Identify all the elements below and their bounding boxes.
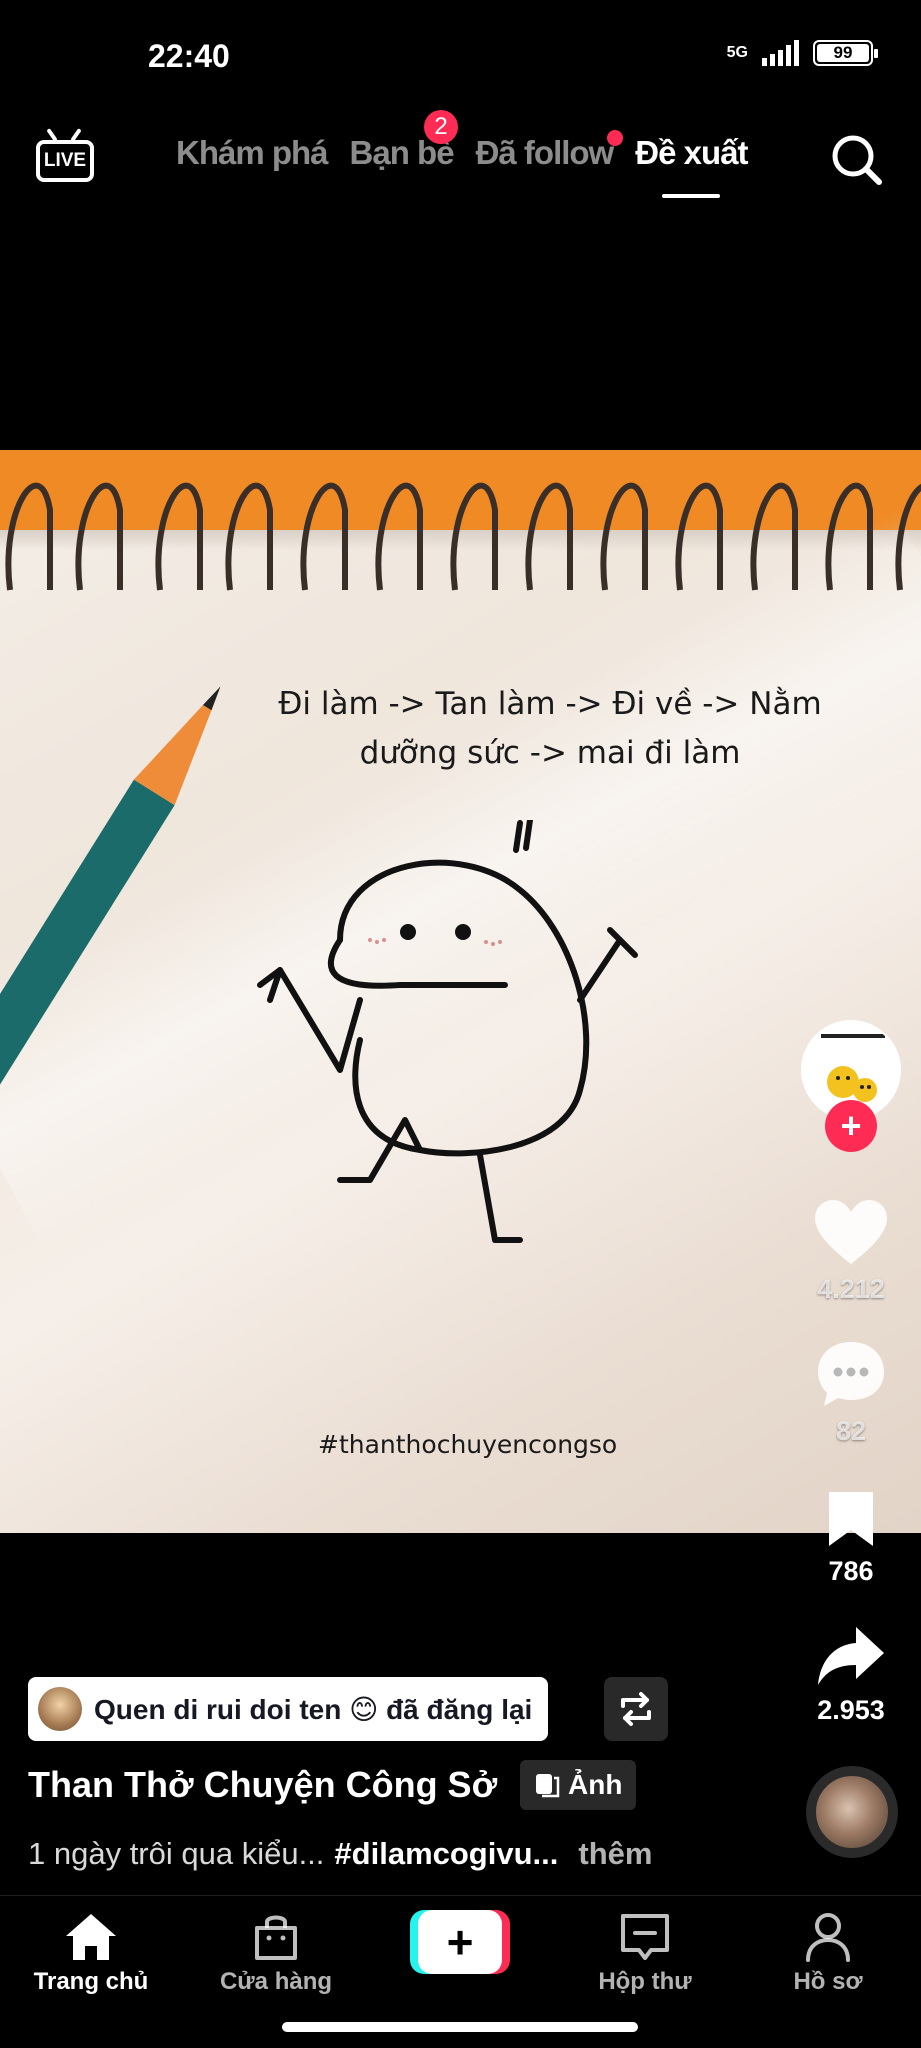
tab-inbox-label: Hộp thư [598,1968,692,1995]
share-icon [818,1627,884,1685]
tab-shop-label: Cửa hàng [219,1968,333,1995]
status-time: 22:40 [148,38,230,74]
new-content-dot [607,130,624,146]
heart-icon [815,1200,887,1264]
status-bar: 22:40 5G 99 [0,0,921,110]
tab-inbox[interactable]: Hộp thư [570,1912,720,1996]
search-icon [832,135,882,185]
tab-home-label: Trang chủ [33,1968,149,1995]
feed-tabs: Khám phá Bạn bè 2 Đã follow Đề xuất [176,110,748,198]
save-count: 786 [828,1556,874,1586]
comment-button[interactable]: 82 [781,1340,921,1447]
signal-icon [762,40,799,66]
repost-button[interactable] [604,1677,668,1741]
description-hashtag[interactable]: #dilamcogivu... [334,1836,558,1872]
inbox-icon [621,1914,669,1960]
active-tab-indicator [662,194,721,198]
notification-badge: 2 [423,110,458,144]
music-disc[interactable] [806,1766,898,1858]
tab-de-xuat[interactable]: Đề xuất [635,134,748,198]
plus-icon: + [418,1910,502,1974]
top-nav: LIVE Khám phá Bạn bè 2 Đã follow Đề xuất [0,110,921,220]
follow-button[interactable]: + [825,1100,877,1152]
photo-hashtag: #thanthochuyencongso [318,1430,618,1459]
tab-profile-label: Hồ sơ [793,1968,863,1995]
home-indicator[interactable] [282,2022,638,2032]
tab-kham-pha[interactable]: Khám phá [176,134,329,172]
bookmark-icon [829,1492,873,1546]
pencil-image [0,686,221,1140]
tab-profile[interactable]: Hồ sơ [753,1912,903,1996]
like-button[interactable]: 4.212 [781,1200,921,1305]
repost-icon [621,1692,651,1726]
comment-icon [818,1342,884,1406]
tab-label: Đề xuất [635,134,748,171]
live-icon: LIVE [36,140,94,182]
status-icons: 5G 99 [726,40,878,66]
see-more-link[interactable]: thêm [578,1836,652,1872]
notebook-rings [5,482,921,591]
live-button[interactable]: LIVE [36,128,94,184]
shopping-bag-icon [255,1915,297,1960]
photo-mode-tag[interactable]: Ảnh [520,1760,637,1810]
share-button[interactable]: 2.953 [781,1625,921,1726]
tab-home[interactable]: Trang chủ [16,1912,166,1996]
home-icon [66,1914,116,1960]
tab-da-follow[interactable]: Đã follow [475,130,624,172]
create-button[interactable]: + [410,1910,510,1974]
doodle-character [257,820,638,1243]
save-button[interactable]: 786 [781,1490,921,1587]
network-label: 5G [726,44,748,61]
profile-icon [806,1913,850,1962]
post-description[interactable]: 1 ngày trôi qua kiểu... #dilamcogivu... … [28,1836,652,1872]
author-name[interactable]: Than Thở Chuyện Công Sở [28,1764,497,1806]
battery-icon: 99 [813,40,878,66]
photo-icon [536,1774,560,1798]
live-label: LIVE [43,150,87,171]
tab-shop[interactable]: Cửa hàng [201,1912,351,1996]
tab-ban-be[interactable]: Bạn bè 2 [350,110,458,172]
battery-level: 99 [817,43,869,62]
tab-label: Đã follow [475,134,615,171]
description-text: 1 ngày trôi qua kiểu... [28,1836,325,1871]
search-button[interactable] [829,132,885,188]
repost-chip[interactable]: Quen di rui doi ten 😊 đã đăng lại [28,1677,549,1741]
repost-text: Quen di rui doi ten 😊 đã đăng lại [94,1693,533,1725]
like-count: 4.212 [817,1274,885,1304]
photo-tag-label: Ảnh [568,1769,623,1800]
tab-label: Khám phá [176,134,329,171]
reposter-avatar [38,1687,82,1731]
comment-count: 82 [835,1416,867,1446]
creator-profile[interactable]: + [781,1020,921,1152]
share-count: 2.953 [817,1695,885,1725]
photo-caption: Đi làm -> Tan làm -> Đi về -> Nằm dưỡng … [278,686,822,771]
